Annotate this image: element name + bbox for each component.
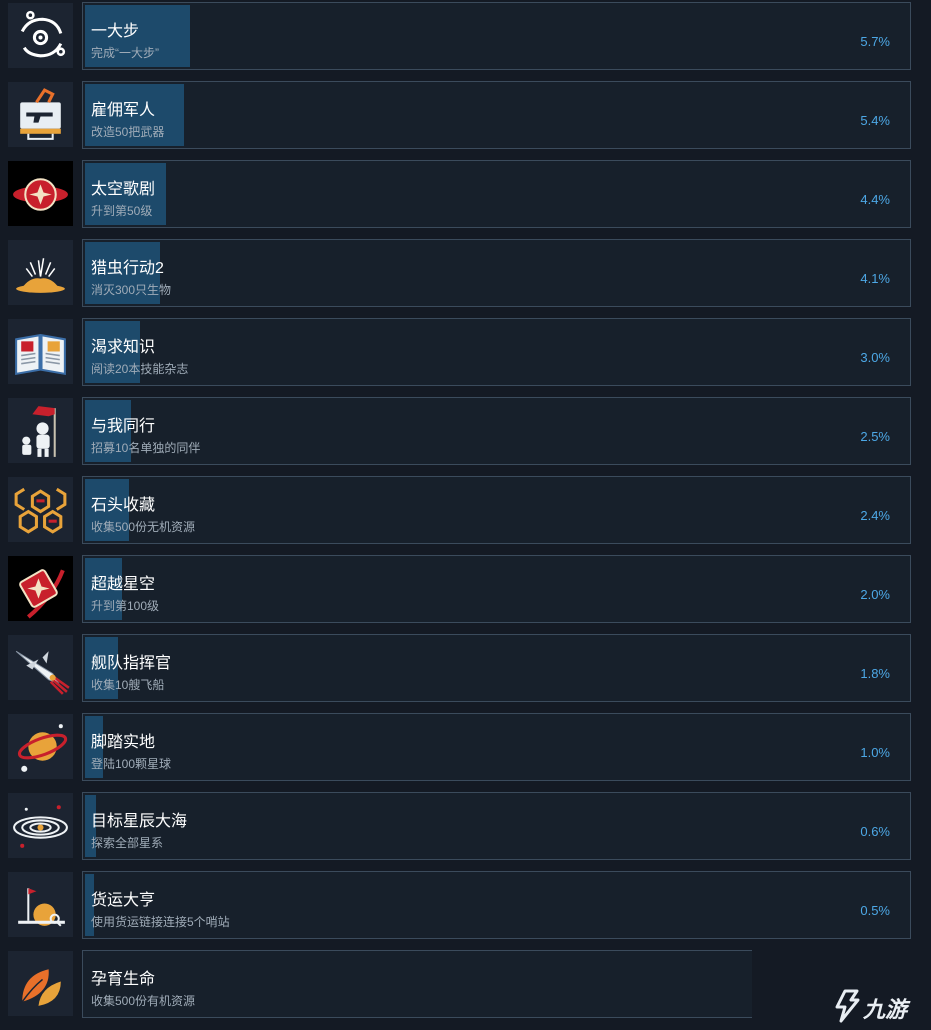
achievement-row[interactable]: 脚踏实地登陆100颗星球 1.0% [0,713,931,781]
achievement-description: 招募10名单独的同伴 [91,441,201,455]
achievement-row[interactable]: 猎虫行动2 消灭300只生物 4.1% [0,239,931,307]
leaf-icon [8,951,73,1016]
achievement-card: 猎虫行动2 消灭300只生物 4.1% [82,239,911,307]
achievement-row[interactable]: 超越星空升到第100级 2.0% [0,555,931,623]
achievement-description: 收集10艘飞船 [91,678,165,692]
achievement-title: 超越星空 [91,576,156,593]
creature-mound-icon [8,240,73,305]
achievement-title: 猎虫行动2 [91,260,164,277]
achievement-description: 收集500份无机资源 [91,520,196,534]
astronaut-flag-icon [8,398,73,463]
unlock-percentage: 0.6% [860,824,890,839]
star-card-icon [8,556,73,621]
achievement-row[interactable]: 与我同行招募10名单独的同伴 2.5% [0,397,931,465]
unlock-percentage: 4.1% [860,271,890,286]
outpost-flag-icon [8,872,73,937]
achievement-title: 一大步 [91,23,140,40]
achievement-title: 与我同行 [91,418,156,435]
jiuyou-logo-icon [831,988,861,1029]
achievement-card: 雇佣军人改造50把武器 5.4% [82,81,911,149]
achievement-row[interactable]: 石头收藏收集500份无机资源 2.4% [0,476,931,544]
achievement-row[interactable]: 雇佣军人改造50把武器 5.4% [0,81,931,149]
achievement-row[interactable]: 目标星辰大海 探索全部星系 0.6% [0,792,931,860]
achievement-description: 收集500份有机资源 [91,994,196,1008]
achievement-description: 使用货运链接连接5个哨站 [91,915,230,929]
achievement-description: 登陆100颗星球 [91,757,172,771]
achievement-card: 目标星辰大海 探索全部星系 0.6% [82,792,911,860]
achievement-title: 脚踏实地 [91,734,156,751]
achievement-card: 脚踏实地登陆100颗星球 1.0% [82,713,911,781]
orbit-eye-icon [8,3,73,68]
achievement-row[interactable]: 孕育生命收集500份有机资源 [0,950,931,1018]
unlock-percentage: 3.0% [860,350,890,365]
galaxy-icon [8,793,73,858]
unlock-percentage: 2.4% [860,508,890,523]
achievement-description: 探索全部星系 [91,836,164,850]
achievement-description: 改造50把武器 [91,125,165,139]
achievement-card: 舰队指挥官收集10艘飞船 1.8% [82,634,911,702]
achievement-card: 石头收藏收集500份无机资源 2.4% [82,476,911,544]
spaceship-icon [8,635,73,700]
achievement-card: 货运大亨使用货运链接连接5个哨站 0.5% [82,871,911,939]
unlock-percentage: 4.4% [860,192,890,207]
achievement-description: 消灭300只生物 [91,283,172,297]
achievement-card: 渴求知识阅读20本技能杂志 3.0% [82,318,911,386]
achievement-card: 一大步完成“一大步” 5.7% [82,2,911,70]
achievement-card: 孕育生命收集500份有机资源 [82,950,752,1018]
watermark-text: 九游 [863,998,908,1023]
achievement-description: 阅读20本技能杂志 [91,362,189,376]
weapon-crafting-icon [8,82,73,147]
achievement-title: 石头收藏 [91,497,156,514]
unlock-percentage: 1.8% [860,666,890,681]
achievement-title: 太空歌剧 [91,181,156,198]
star-emblem-icon [8,161,73,226]
achievement-card: 超越星空升到第100级 2.0% [82,555,911,623]
unlock-percentage: 2.5% [860,429,890,444]
achievement-description: 升到第100级 [91,599,160,613]
unlock-percentage: 0.5% [860,903,890,918]
achievement-row[interactable]: 太空歌剧升到第50级 4.4% [0,160,931,228]
achievement-card: 与我同行招募10名单独的同伴 2.5% [82,397,911,465]
achievement-title: 孕育生命 [91,971,156,988]
achievement-description: 升到第50级 [91,204,153,218]
hexagon-resources-icon [8,477,73,542]
achievement-title: 渴求知识 [91,339,156,356]
open-book-icon [8,319,73,384]
achievement-card: 太空歌剧升到第50级 4.4% [82,160,911,228]
unlock-percentage: 5.4% [860,113,890,128]
achievement-row[interactable]: 一大步完成“一大步” 5.7% [0,2,931,70]
watermark: 九游 [831,988,927,1028]
achievement-description: 完成“一大步” [91,46,159,60]
achievement-title: 舰队指挥官 [91,655,172,672]
unlock-percentage: 1.0% [860,745,890,760]
achievement-row[interactable]: 舰队指挥官收集10艘飞船 1.8% [0,634,931,702]
achievement-title: 目标星辰大海 [91,813,188,830]
achievement-row[interactable]: 渴求知识阅读20本技能杂志 3.0% [0,318,931,386]
ringed-planet-icon [8,714,73,779]
achievement-title: 货运大亨 [91,892,156,909]
unlock-percentage: 2.0% [860,587,890,602]
unlock-percentage: 5.7% [860,34,890,49]
achievement-title: 雇佣军人 [91,102,156,119]
achievement-row[interactable]: 货运大亨使用货运链接连接5个哨站 0.5% [0,871,931,939]
